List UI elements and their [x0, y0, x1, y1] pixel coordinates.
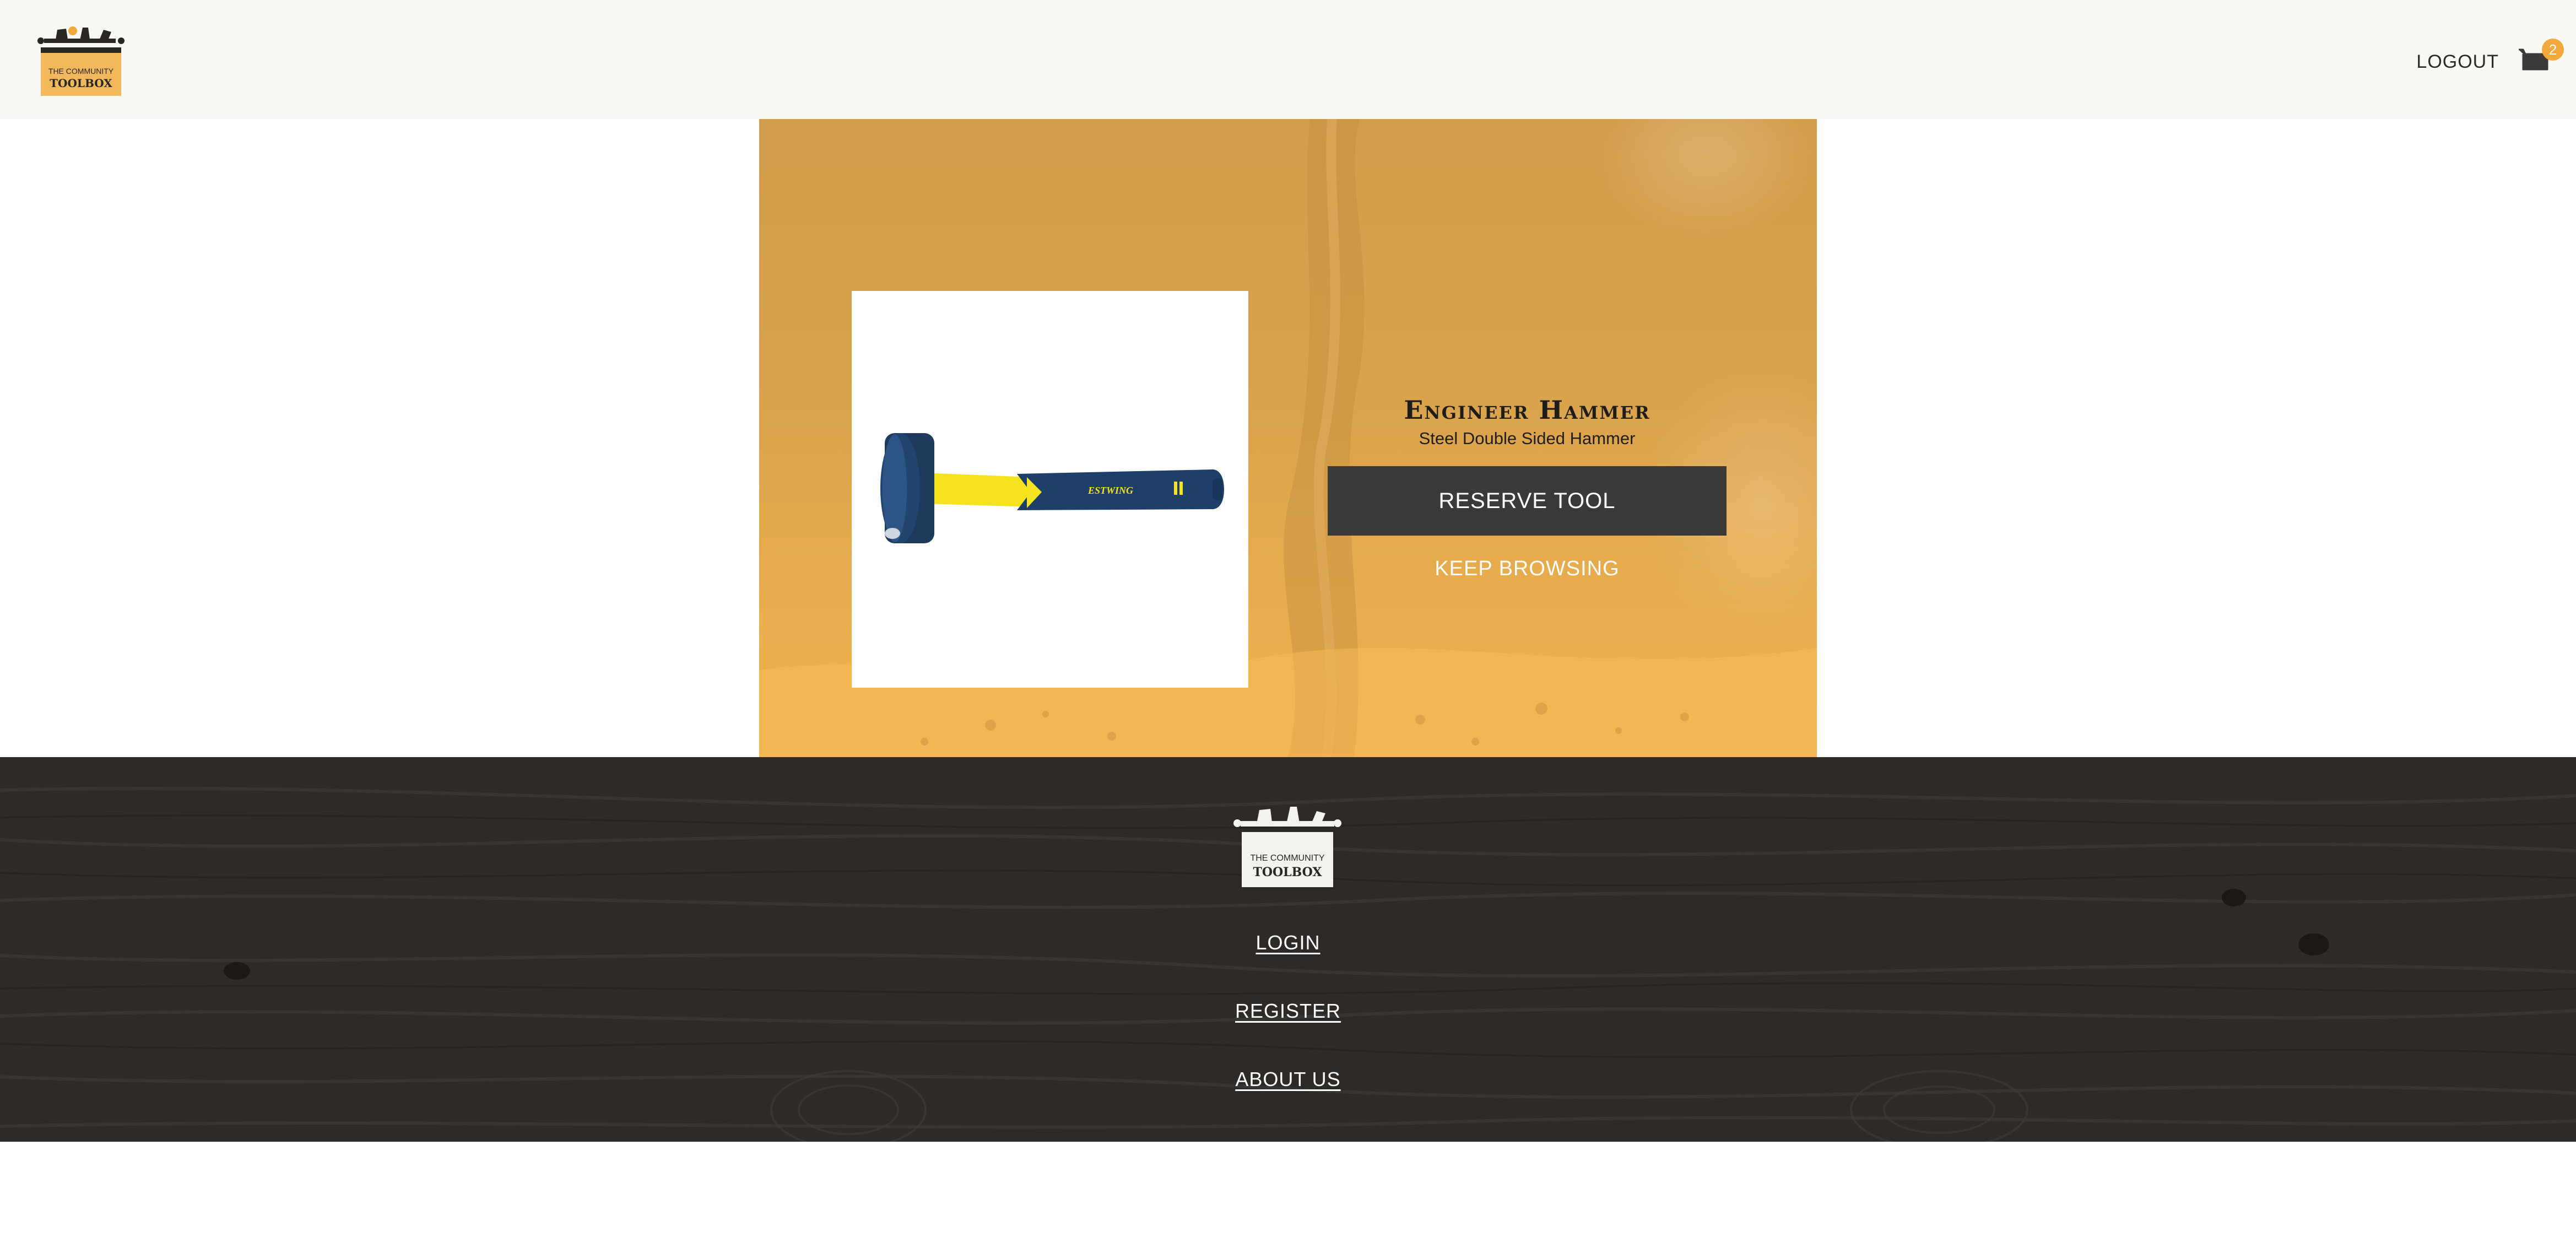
footer-register-link[interactable]: REGISTER [0, 1000, 2576, 1023]
handle-brand-text: ESTWING [1087, 485, 1133, 496]
logo-text-line2: TOOLBOX [50, 77, 112, 90]
logo-text-line1: THE COMMUNITY [48, 67, 114, 75]
footer-about-us-link[interactable]: ABOUT US [0, 1068, 2576, 1091]
tool-image-card: ESTWING [852, 291, 1248, 688]
tool-description: Steel Double Sided Hammer [1419, 429, 1636, 448]
site-header: THE COMMUNITY TOOLBOX LOGOUT 2 [0, 0, 2576, 119]
tool-name: Engineer Hammer [1404, 395, 1650, 425]
footer-logo-text-line2: TOOLBOX [1253, 865, 1322, 879]
site-footer: THE COMMUNITY TOOLBOX LOGIN REGISTER ABO… [0, 757, 2576, 1142]
footer-toolbox-logo-icon[interactable]: THE COMMUNITY TOOLBOX [1230, 801, 1345, 889]
reserve-tool-button[interactable]: RESERVE TOOL [1328, 466, 1727, 536]
cart-count-badge: 2 [2542, 39, 2564, 61]
hammer-image: ESTWING [880, 433, 1224, 543]
keep-browsing-link[interactable]: KEEP BROWSING [1328, 555, 1727, 582]
tool-info-panel: Engineer Hammer Steel Double Sided Hamme… [1328, 395, 1727, 582]
logout-link[interactable]: LOGOUT [2416, 51, 2499, 73]
tool-detail-hero: ESTWING Engineer Hammer Steel Double Sid… [759, 119, 1817, 757]
footer-logo-text-line1: THE COMMUNITY [1250, 854, 1324, 863]
footer-login-link[interactable]: LOGIN [0, 931, 2576, 954]
toolbox-logo-icon[interactable]: THE COMMUNITY TOOLBOX [33, 23, 129, 98]
